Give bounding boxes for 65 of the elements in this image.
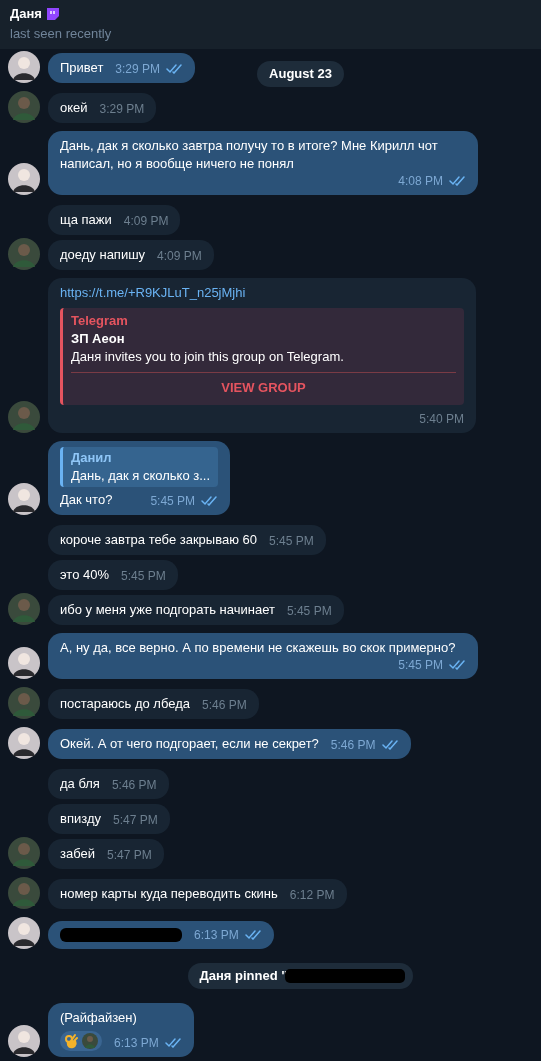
preview-site: Telegram (71, 312, 129, 330)
reaction-chip[interactable] (60, 1030, 102, 1051)
message-text: Дань, дак я сколько завтра получу то в итоге? Мне Кирилл чот написал, но я вообще ничего не понял (60, 137, 439, 173)
message-text: доеду напишу (60, 246, 146, 264)
message-text: номер карты куда переводить скинь (60, 885, 278, 903)
preview-description: Даня invites you to join this group on Telegram. (71, 348, 345, 366)
contact-name[interactable]: Даня (10, 4, 42, 24)
message-time: 5:45 PM (269, 533, 314, 549)
avatar[interactable] (8, 917, 40, 949)
avatar[interactable] (8, 1024, 40, 1057)
message-time: 6:13 PM (114, 1034, 159, 1051)
message-time: 4:09 PM (123, 213, 169, 229)
message-time: 4:08 PM (398, 173, 443, 189)
message-time: 5:46 PM (111, 777, 157, 793)
message-time: 6:12 PM (289, 887, 335, 903)
double-check-icon (166, 64, 184, 74)
message-text: постараюсь до лбеда (60, 695, 190, 713)
message-text: это 40% (60, 566, 110, 584)
avatar[interactable] (8, 51, 40, 83)
message-text: ща пажи (60, 211, 112, 229)
link[interactable]: https://t.me/+R9KJLuT_n25jMjhi (60, 284, 464, 302)
avatar[interactable] (8, 647, 40, 679)
avatar (82, 1032, 98, 1049)
message-text: ибо у меня уже подгорать начинает (60, 601, 275, 619)
message-time: 5:46 PM (330, 737, 376, 753)
message-time: 5:46 PM (202, 697, 247, 713)
message-text: А, ну да, все верно. А по времени не скажешь во скок примерно? (60, 639, 456, 657)
double-check-icon (449, 176, 466, 186)
message-time: 5:47 PM (107, 847, 152, 863)
double-check-icon (201, 496, 219, 506)
message-text: да бля (60, 775, 100, 793)
double-check-icon (244, 930, 262, 940)
preview-title: ЗП Аеон (71, 330, 126, 348)
message-text: (Райфайзен) (60, 1008, 138, 1027)
message-time: 5:45 PM (121, 568, 166, 584)
message-time: 5:45 PM (286, 603, 332, 619)
message-time: 3:29 PM (99, 101, 145, 117)
message-time: 5:45 PM (398, 657, 443, 673)
double-check-icon (381, 740, 399, 750)
reply-author: Данил (71, 449, 113, 467)
reply-quote[interactable]: Данил Дань, дак я сколько з... (60, 447, 219, 487)
badge-icon (45, 6, 60, 21)
reply-text: Дань, дак я сколько з... (71, 467, 211, 485)
message-text: окей (60, 99, 88, 117)
status-text: last seen recently (10, 24, 113, 43)
message-text: короче завтра тебе закрываю 60 (60, 531, 257, 549)
avatar[interactable] (8, 727, 40, 759)
double-check-icon (449, 660, 466, 670)
message-time: 3:29 PM (115, 61, 161, 77)
message-text: Привет (60, 59, 104, 77)
message-time: 5:47 PM (112, 812, 158, 828)
date-label: August 23 (257, 61, 344, 87)
message-time: 5:45 PM (150, 493, 196, 509)
message-time: 5:40 PM (419, 411, 464, 427)
message-time: 4:09 PM (157, 248, 202, 264)
message-time: 6:13 PM (194, 927, 239, 943)
message-text: Окей. А от чего подгорает, если не секрет? (60, 735, 319, 753)
double-check-icon (164, 1037, 182, 1048)
message-text: забей (60, 845, 95, 863)
avatar[interactable] (8, 483, 40, 515)
message-text: впизду (60, 810, 101, 828)
message-text: Дак что? (60, 491, 113, 509)
avatar[interactable] (8, 163, 40, 195)
view-group-button[interactable]: VIEW GROUP (71, 379, 456, 397)
ok-hand-icon (64, 1032, 78, 1049)
